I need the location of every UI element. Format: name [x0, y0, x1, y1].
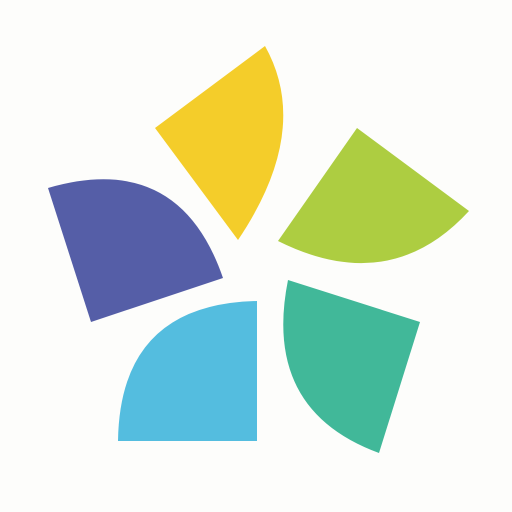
- pinwheel-flower-icon: [48, 46, 469, 453]
- petal-lime: [278, 128, 469, 264]
- logo-canvas: [0, 0, 512, 512]
- petal-teal: [283, 280, 420, 453]
- petal-sky-blue: [118, 301, 257, 441]
- petal-indigo: [48, 179, 223, 322]
